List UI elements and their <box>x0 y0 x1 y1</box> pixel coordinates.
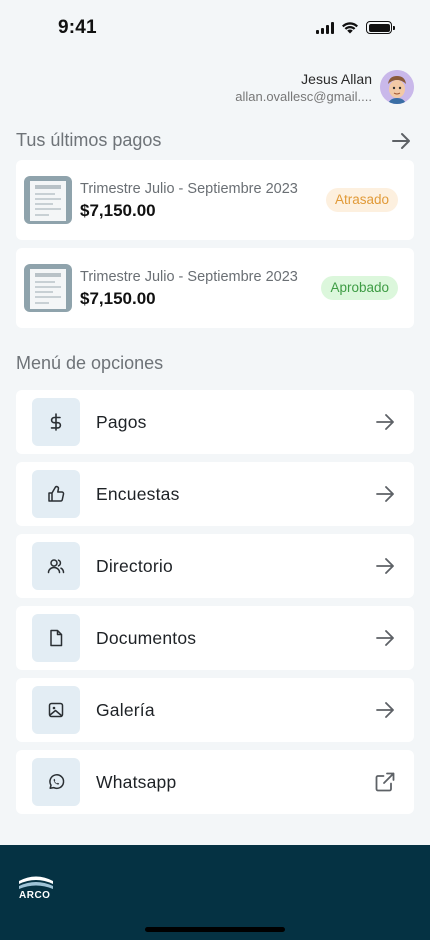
wifi-icon <box>342 22 358 34</box>
payment-amount: $7,150.00 <box>80 201 156 220</box>
image-icon <box>32 686 80 734</box>
status-bar: 9:41 <box>0 0 430 56</box>
whatsapp-icon <box>32 758 80 806</box>
thumbs-up-icon <box>32 470 80 518</box>
arrow-right-icon <box>376 486 394 502</box>
payments-section-title: Tus últimos pagos <box>16 130 162 150</box>
profile-text: Jesus Allan allan.ovallesc@gmail.... <box>222 71 372 104</box>
menu-item-pagos[interactable]: Pagos <box>16 390 414 454</box>
footer: ARCO <box>0 845 430 940</box>
avatar[interactable] <box>380 70 414 104</box>
menu-item-galeria[interactable]: Galería <box>16 678 414 742</box>
status-badge: Aprobado <box>321 276 398 300</box>
payment-amount: $7,150.00 <box>80 289 156 308</box>
menu-item-label: Documentos <box>96 628 197 648</box>
menu-item-label: Directorio <box>96 556 173 576</box>
arrow-right-icon <box>376 702 394 718</box>
cellular-signal-icon <box>316 21 334 34</box>
payment-card[interactable]: Trimestre Julio - Septiembre 2023 $7,150… <box>16 248 414 328</box>
external-link-icon <box>375 772 395 792</box>
user-profile[interactable]: Jesus Allan allan.ovallesc@gmail.... <box>222 70 414 104</box>
arrow-right-icon <box>376 630 394 646</box>
menu-section-title: Menú de opciones <box>16 353 164 373</box>
menu-item-documentos[interactable]: Documentos <box>16 606 414 670</box>
home-indicator[interactable] <box>145 927 285 932</box>
battery-icon <box>366 21 395 34</box>
menu-item-encuestas[interactable]: Encuestas <box>16 462 414 526</box>
avatar-face-icon <box>380 70 414 104</box>
profile-name: Jesus Allan <box>301 70 372 87</box>
status-badge: Atrasado <box>325 188 398 212</box>
users-icon <box>32 542 80 590</box>
see-all-payments-arrow-icon[interactable] <box>390 130 412 152</box>
menu-item-label: Galería <box>96 700 155 720</box>
menu-item-label: Pagos <box>96 412 147 432</box>
payment-card[interactable]: Trimestre Julio - Septiembre 2023 $7,150… <box>16 160 414 240</box>
profile-email: allan.ovallesc@gmail.... <box>235 88 372 104</box>
status-time: 9:41 <box>58 17 97 38</box>
status-icons <box>316 21 395 34</box>
menu-item-whatsapp[interactable]: Whatsapp <box>16 750 414 814</box>
payment-period: Trimestre Julio - Septiembre 2023 <box>80 269 298 285</box>
payment-period: Trimestre Julio - Septiembre 2023 <box>80 181 298 197</box>
arrow-right-icon <box>376 558 394 574</box>
document-icon <box>32 614 80 662</box>
logo-text: ARCO <box>19 890 51 901</box>
menu-item-label: Whatsapp <box>96 772 177 792</box>
receipt-thumbnail <box>24 264 72 312</box>
receipt-thumbnail <box>24 176 72 224</box>
arrow-right-icon <box>376 414 394 430</box>
menu-item-label: Encuestas <box>96 484 180 504</box>
dollar-icon <box>32 398 80 446</box>
menu-item-directorio[interactable]: Directorio <box>16 534 414 598</box>
